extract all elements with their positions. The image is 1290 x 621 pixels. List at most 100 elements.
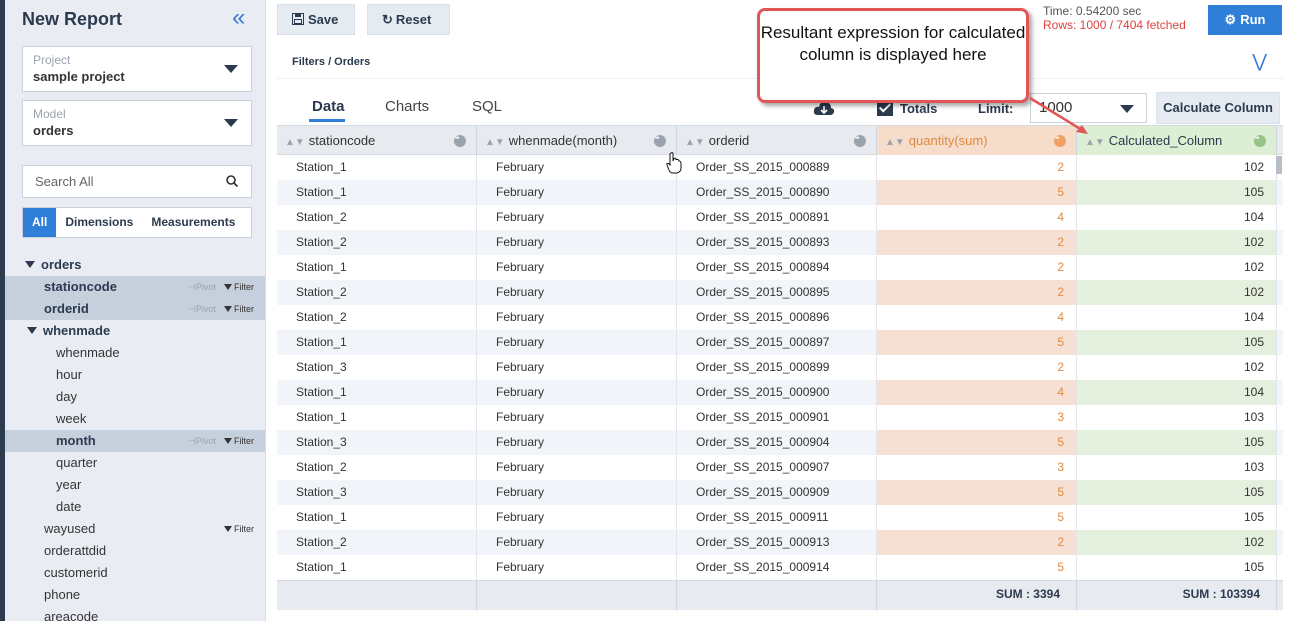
chevron-down-icon	[224, 119, 238, 127]
sort-icon[interactable]: ▲▼	[1085, 137, 1105, 148]
table-cell: Order_SS_2015_000893	[677, 230, 877, 255]
filter-action[interactable]: Filter	[224, 436, 254, 446]
column-header-quantity-sum[interactable]: ▲▼ quantity(sum)	[877, 125, 1077, 155]
column-header-calculated-column[interactable]: ▲▼ Calculated_Column	[1077, 125, 1277, 155]
column-menu-icon[interactable]	[454, 125, 466, 154]
filter-action[interactable]: Filter	[224, 282, 254, 292]
tab-sql[interactable]: SQL	[472, 98, 502, 115]
table-cell: 5	[877, 180, 1077, 205]
table-row[interactable]: Station_1 February Order_SS_2015_000900 4 10…	[277, 380, 1283, 405]
query-time: Time: 0.54200 sec	[1043, 4, 1142, 18]
table-row[interactable]: Station_1 February Order_SS_2015_000911 5 10…	[277, 505, 1283, 530]
column-header-orderid[interactable]: ▲▼ orderid	[677, 125, 877, 155]
tab-data[interactable]: Data	[312, 98, 345, 115]
table-cell: 102	[1077, 230, 1277, 255]
reset-button[interactable]: ↻ Reset	[367, 4, 450, 35]
table-row[interactable]: Station_1 February Order_SS_2015_000889 2 10…	[277, 155, 1283, 180]
chevron-down-icon	[224, 65, 238, 73]
table-cell: 3	[877, 405, 1077, 430]
table-cell: 105	[1077, 480, 1277, 505]
pivot-action[interactable]: ⊣Pivot	[188, 436, 216, 446]
table-row[interactable]: Station_1 February Order_SS_2015_000901 3 10…	[277, 405, 1283, 430]
tab-all[interactable]: All	[23, 208, 57, 237]
filter-action[interactable]: Filter	[224, 304, 254, 314]
pivot-action[interactable]: ⊣Pivot	[188, 282, 216, 292]
table-row[interactable]: Station_1 February Order_SS_2015_000914 5 10…	[277, 555, 1283, 580]
tree-item-phone[interactable]: phone	[5, 584, 265, 606]
table-row[interactable]: Station_1 February Order_SS_2015_000890 5 10…	[277, 180, 1283, 205]
table-row[interactable]: Station_2 February Order_SS_2015_000896 4 10…	[277, 305, 1283, 330]
tree-item-wayused[interactable]: wayused Filter	[5, 518, 265, 540]
column-menu-icon[interactable]	[654, 125, 666, 154]
totals-label: Totals	[900, 101, 938, 116]
table-row[interactable]: Station_3 February Order_SS_2015_000909 5 10…	[277, 480, 1283, 505]
sort-icon[interactable]: ▲▼	[685, 137, 705, 148]
tree-item-areacode[interactable]: areacode	[5, 606, 265, 621]
calculate-column-button[interactable]: Calculate Column	[1156, 92, 1280, 124]
tree-item-date[interactable]: date	[5, 496, 265, 518]
tree-item-year[interactable]: year	[5, 474, 265, 496]
table-row[interactable]: Station_3 February Order_SS_2015_000904 5 10…	[277, 430, 1283, 455]
tab-measurements[interactable]: Measurements	[142, 208, 244, 237]
table-row[interactable]: Station_2 February Order_SS_2015_000913 2 10…	[277, 530, 1283, 555]
table-cell: February	[477, 480, 677, 505]
tree-item-orderid[interactable]: orderid ⊣Pivot Filter	[5, 298, 265, 320]
tree-item-orderattdid[interactable]: orderattdid	[5, 540, 265, 562]
table-row[interactable]: Station_1 February Order_SS_2015_000894 2 10…	[277, 255, 1283, 280]
save-button[interactable]: Save	[277, 4, 355, 35]
column-menu-icon[interactable]	[1054, 125, 1066, 154]
tab-dimensions[interactable]: Dimensions	[56, 208, 142, 237]
sort-icon[interactable]: ▲▼	[285, 137, 305, 148]
tree-item-quarter[interactable]: quarter	[5, 452, 265, 474]
tree-node-whenmade[interactable]: whenmade	[5, 320, 265, 342]
table-cell: February	[477, 205, 677, 230]
model-select[interactable]: Model orders	[22, 100, 252, 146]
table-row[interactable]: Station_3 February Order_SS_2015_000899 2 10…	[277, 355, 1283, 380]
table-row[interactable]: Station_1 February Order_SS_2015_000897 5 10…	[277, 330, 1283, 355]
grid-scrollbar[interactable]	[1276, 156, 1282, 174]
table-cell: Order_SS_2015_000914	[677, 555, 877, 580]
table-row[interactable]: Station_2 February Order_SS_2015_000895 2 10…	[277, 280, 1283, 305]
filter-action[interactable]: Filter	[224, 524, 254, 534]
query-stats: Time: 0.54200 sec Rows: 1000 / 7404 fetc…	[1043, 4, 1186, 32]
tab-charts[interactable]: Charts	[385, 98, 429, 115]
limit-select[interactable]: 1000	[1030, 93, 1147, 123]
table-cell: 2	[877, 255, 1077, 280]
project-select[interactable]: Project sample project	[22, 46, 252, 92]
table-cell: Station_1	[277, 180, 477, 205]
run-button[interactable]: ⚙ Run	[1208, 5, 1282, 35]
project-value: sample project	[33, 69, 125, 84]
column-header-whenmade-month[interactable]: ▲▼ whenmade(month)	[477, 125, 677, 155]
table-cell: Order_SS_2015_000913	[677, 530, 877, 555]
collapse-sidebar-icon[interactable]: «	[232, 4, 245, 32]
table-row[interactable]: Station_2 February Order_SS_2015_000907 3 10…	[277, 455, 1283, 480]
table-cell: 2	[877, 530, 1077, 555]
table-cell: 102	[1077, 155, 1277, 180]
column-menu-icon[interactable]	[1254, 125, 1266, 154]
column-menu-icon[interactable]	[854, 125, 866, 154]
tree-item-week[interactable]: week	[5, 408, 265, 430]
expand-filters-icon[interactable]: ⋁	[1252, 51, 1267, 72]
tree-item-hour[interactable]: hour	[5, 364, 265, 386]
table-row[interactable]: Station_2 February Order_SS_2015_000893 2 10…	[277, 230, 1283, 255]
tree-item-stationcode[interactable]: stationcode ⊣Pivot Filter	[5, 276, 265, 298]
table-cell: 104	[1077, 380, 1277, 405]
limit-value: 1000	[1039, 99, 1073, 116]
table-cell: 105	[1077, 505, 1277, 530]
sort-icon[interactable]: ▲▼	[885, 137, 905, 148]
table-row[interactable]: Station_2 February Order_SS_2015_000891 4 10…	[277, 205, 1283, 230]
pivot-action[interactable]: ⊣Pivot	[188, 304, 216, 314]
sort-icon[interactable]: ▲▼	[485, 137, 505, 148]
tree-item-whenmade-child[interactable]: whenmade	[5, 342, 265, 364]
tree-item-month[interactable]: month ⊣Pivot Filter	[5, 430, 265, 452]
tree-item-day[interactable]: day	[5, 386, 265, 408]
rows-fetched: Rows: 1000 / 7404 fetched	[1043, 18, 1186, 32]
tree-node-orders[interactable]: orders	[5, 254, 265, 276]
grid-header: ▲▼stationcode ▲▼whenmade(month) ▲▼orderi…	[277, 125, 1283, 155]
table-cell: Order_SS_2015_000911	[677, 505, 877, 530]
table-cell: Station_2	[277, 280, 477, 305]
search-input[interactable]	[23, 166, 203, 197]
search-icon[interactable]	[225, 174, 239, 188]
tree-item-customerid[interactable]: customerid	[5, 562, 265, 584]
column-header-stationcode[interactable]: ▲▼ stationcode	[277, 125, 477, 155]
